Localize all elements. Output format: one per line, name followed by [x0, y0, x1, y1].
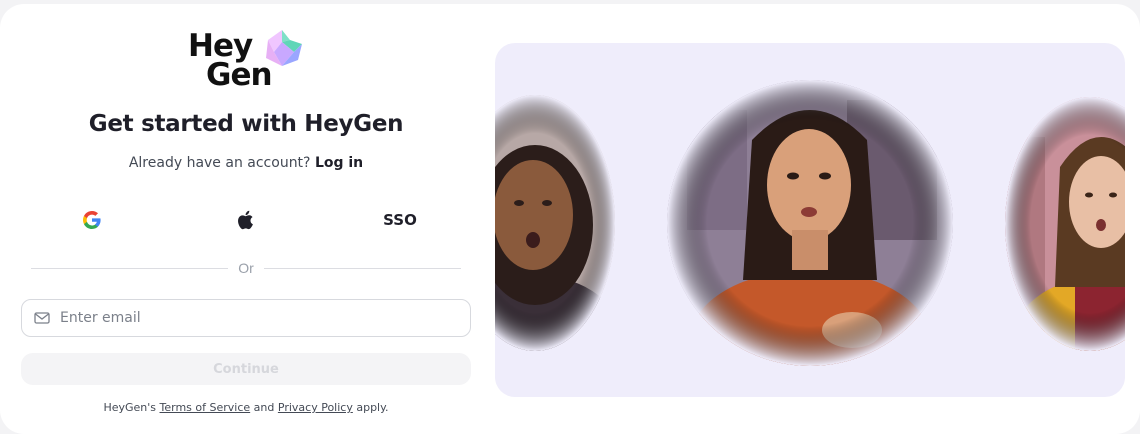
signup-panel: Hey Gen Get started with HeyGen Already … — [0, 4, 492, 424]
terms-and: and — [253, 401, 275, 414]
login-prompt: Already have an account? Log in — [0, 155, 492, 171]
continue-button[interactable]: Continue — [21, 353, 471, 385]
avatar-woman-right — [1005, 97, 1125, 351]
login-link[interactable]: Log in — [315, 155, 363, 171]
avatar-showcase — [495, 43, 1125, 397]
or-divider: Or — [31, 260, 461, 277]
avatar-woman-left — [495, 95, 615, 351]
sso-signin-button[interactable]: SSO — [350, 202, 450, 238]
email-field[interactable] — [21, 299, 471, 337]
mail-icon — [34, 312, 50, 324]
page-title: Get started with HeyGen — [88, 111, 404, 137]
email-input[interactable] — [60, 310, 450, 326]
terms-of-service-link[interactable]: Terms of Service — [160, 401, 251, 414]
login-prompt-text: Already have an account? — [128, 155, 311, 171]
privacy-policy-link[interactable]: Privacy Policy — [278, 401, 353, 414]
apple-signin-button[interactable] — [196, 202, 296, 238]
apple-logo-icon — [238, 210, 253, 230]
signup-card: Hey Gen Get started with HeyGen Already … — [0, 4, 1140, 434]
terms-notice: HeyGen's Terms of Service and Privacy Po… — [0, 401, 492, 414]
terms-suffix: apply. — [356, 401, 389, 414]
logo-gem-icon — [266, 30, 302, 66]
avatar-woman-center — [667, 80, 953, 366]
google-signin-button[interactable] — [42, 202, 142, 238]
heygen-logo: Hey Gen — [186, 26, 306, 100]
divider-line-right — [264, 268, 461, 269]
terms-prefix: HeyGen's — [103, 401, 157, 414]
google-logo-icon — [83, 211, 101, 229]
